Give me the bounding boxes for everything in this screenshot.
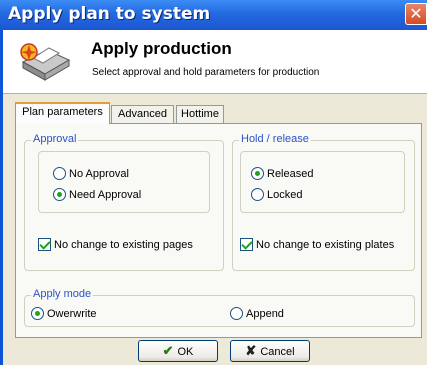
tab-panel-plan-parameters: Approval No Approval Need Approval No ch…: [15, 123, 422, 338]
title-bar[interactable]: Apply plan to system ✕: [0, 0, 427, 30]
approval-group-label: Approval: [31, 133, 79, 145]
radio-no-approval[interactable]: No Approval: [53, 167, 129, 181]
header-title: Apply production: [91, 39, 232, 58]
cancel-button[interactable]: ✘ Cancel: [230, 340, 310, 362]
approval-options-box: No Approval Need Approval: [38, 151, 210, 213]
dialog-footer: ✔ OK ✘ Cancel: [3, 338, 427, 365]
radio-append[interactable]: Append: [230, 307, 284, 321]
radio-indicator[interactable]: [31, 307, 44, 320]
hold-options-box: Released Locked: [240, 151, 405, 213]
checkbox-no-change-pages[interactable]: No change to existing pages: [38, 238, 193, 252]
radio-label: Locked: [267, 189, 303, 201]
checkmark-icon: ✔: [162, 343, 174, 358]
apply-mode-group-label: Apply mode: [31, 288, 94, 300]
radio-indicator[interactable]: [53, 167, 66, 180]
checkbox-indicator[interactable]: [240, 238, 253, 251]
radio-released[interactable]: Released: [251, 167, 313, 181]
window-title: Apply plan to system: [8, 4, 211, 24]
radio-indicator[interactable]: [53, 188, 66, 201]
hold-release-group: Hold / release Released Locked No change…: [232, 133, 415, 271]
radio-overwrite[interactable]: Owerwrite: [31, 307, 97, 321]
radio-label: No Approval: [69, 168, 129, 180]
radio-indicator[interactable]: [230, 307, 243, 320]
ok-button-label: OK: [177, 346, 194, 358]
header-subtitle: Select approval and hold parameters for …: [92, 67, 320, 78]
dialog-window: Apply plan to system ✕ Apply production …: [0, 0, 427, 365]
tab-plan-parameters[interactable]: Plan parameters: [15, 102, 110, 124]
checkbox-label: No change to existing pages: [54, 239, 193, 251]
radio-label: Need Approval: [69, 189, 142, 201]
apply-mode-group: Apply mode Owerwrite Append: [24, 288, 415, 327]
hold-release-group-label: Hold / release: [239, 133, 311, 145]
checkbox-no-change-plates[interactable]: No change to existing plates: [240, 238, 394, 252]
close-button[interactable]: ✕: [405, 3, 427, 25]
checkbox-indicator[interactable]: [38, 238, 51, 251]
approval-group: Approval No Approval Need Approval No ch…: [24, 133, 224, 271]
ok-button[interactable]: ✔ OK: [138, 340, 218, 362]
radio-label: Released: [267, 168, 314, 180]
radio-label: Owerwrite: [47, 308, 97, 320]
radio-label: Append: [246, 308, 284, 320]
radio-indicator[interactable]: [251, 188, 264, 201]
tab-advanced[interactable]: Advanced: [111, 105, 174, 123]
printer-icon: [20, 43, 71, 81]
close-icon: ✕: [409, 4, 423, 23]
radio-locked[interactable]: Locked: [251, 188, 302, 202]
checkbox-label: No change to existing plates: [256, 239, 395, 251]
tab-hottime[interactable]: Hottime: [176, 105, 224, 123]
dialog-body: Apply production Select approval and hol…: [0, 30, 427, 365]
cross-icon: ✘: [245, 343, 257, 358]
radio-indicator[interactable]: [251, 167, 264, 180]
dialog-header: Apply production Select approval and hol…: [3, 30, 427, 94]
radio-need-approval[interactable]: Need Approval: [53, 188, 141, 202]
cancel-button-label: Cancel: [260, 346, 295, 358]
